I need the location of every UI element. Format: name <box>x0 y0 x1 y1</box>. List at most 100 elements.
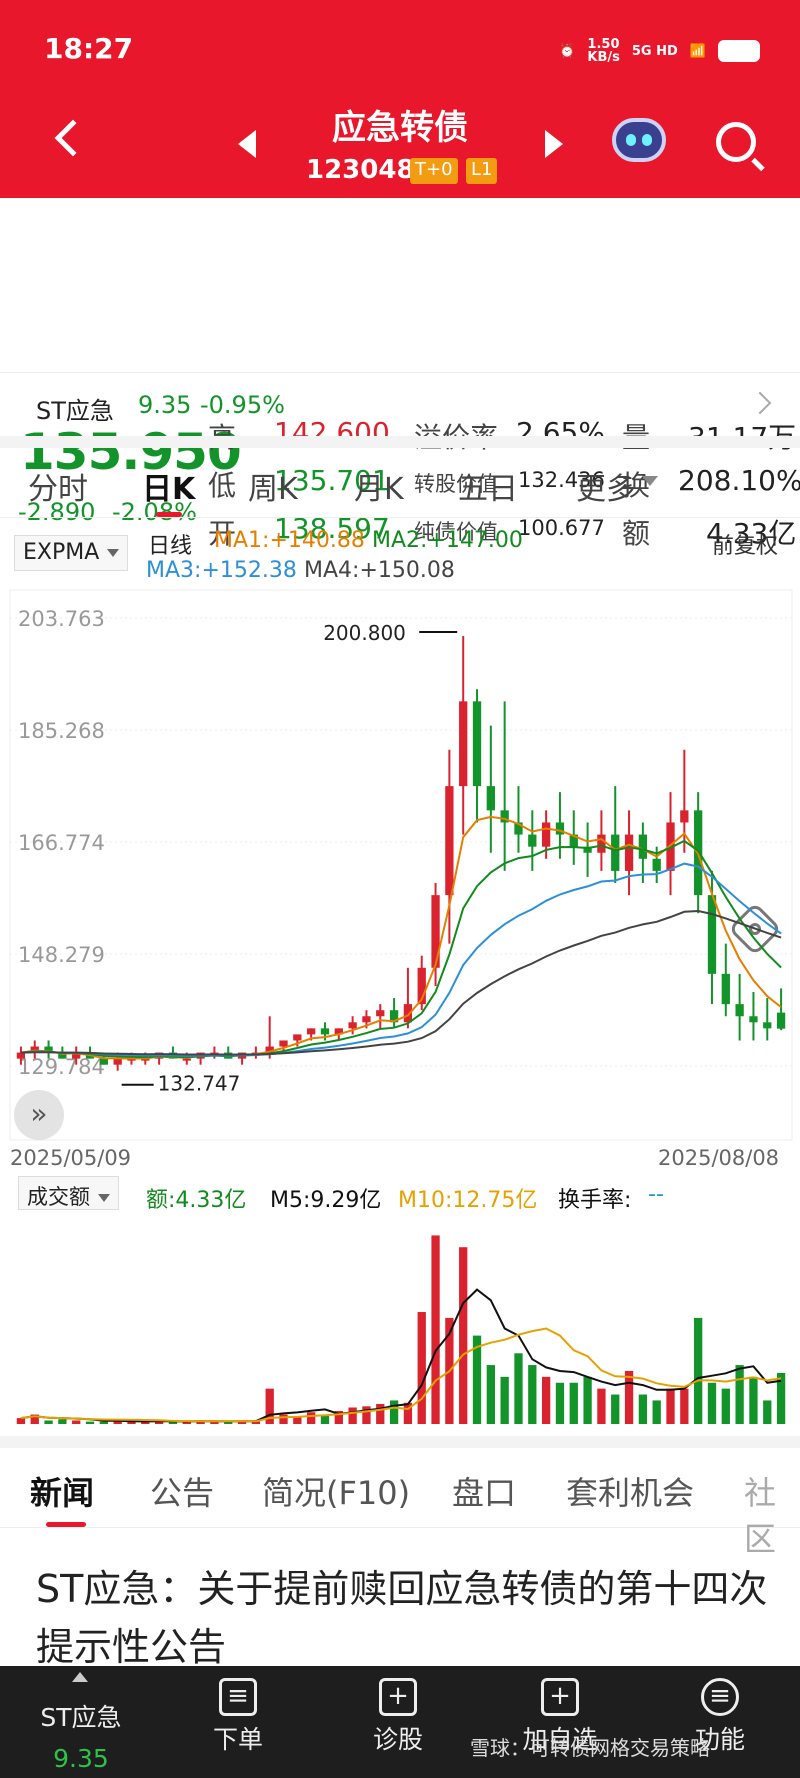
status-bar: 18:27 ⏰ 1.50 KB/s 5G HD 📶 <box>0 0 800 100</box>
volume-bar <box>389 1400 399 1424</box>
candle-body <box>279 1040 288 1047</box>
tab-weekly-k[interactable]: 周K <box>248 464 298 508</box>
tab-orderbook[interactable]: 盘口 <box>452 1468 516 1514</box>
bond-code: 123048 <box>306 155 415 185</box>
candlestick-chart[interactable]: 203.763185.268166.774148.279129.784 200.… <box>0 588 800 1148</box>
tab-daily-k[interactable]: 日K <box>142 464 195 508</box>
volume-bar <box>749 1376 758 1424</box>
news-headline[interactable]: ST应急：关于提前赎回应急转债的第十四次提示性公告 <box>36 1560 776 1676</box>
stock-price: 9.35 <box>138 391 192 419</box>
bottom-stock[interactable]: ST应急 9.35 <box>36 1698 126 1773</box>
tab-intraday[interactable]: 分时 <box>28 464 88 508</box>
candle-body <box>486 786 495 811</box>
volume-bar <box>72 1420 81 1424</box>
chevron-up-icon <box>72 1672 88 1682</box>
candle-body <box>320 1028 330 1035</box>
wifi-icon: 📶 <box>689 43 706 59</box>
fast-rewind-icon[interactable]: » <box>14 1090 64 1140</box>
app-header: 18:27 ⏰ 1.50 KB/s 5G HD 📶 应急转债 123048 T+… <box>0 0 800 198</box>
tab-five-day[interactable]: 五日 <box>458 464 518 508</box>
add-icon: + <box>541 1678 579 1716</box>
legend-ma4: MA4:+150.08 <box>304 558 455 583</box>
volume-bar <box>486 1365 495 1424</box>
volume-bar <box>666 1388 675 1424</box>
volume-bar <box>44 1420 53 1424</box>
underlying-stock-row[interactable]: ST应急 9.35 -0.95% <box>0 372 800 436</box>
volume-bar <box>16 1418 26 1424</box>
search-icon[interactable] <box>716 122 756 162</box>
bottom-stock-name: ST应急 <box>40 1703 122 1732</box>
volume-bar <box>307 1412 316 1424</box>
candle-body <box>459 701 468 787</box>
tab-announcements[interactable]: 公告 <box>150 1468 214 1514</box>
next-item-icon[interactable] <box>545 130 563 158</box>
max-price-label: 200.800 <box>323 621 406 645</box>
legend-line: 日线 <box>148 534 193 559</box>
bottom-stock-price: 9.35 <box>53 1744 109 1773</box>
volume-bar <box>514 1353 523 1424</box>
indicator-select[interactable]: EXPMA <box>14 535 129 571</box>
candle-body <box>707 895 717 974</box>
tab-f10[interactable]: 简况(F10) <box>262 1468 410 1514</box>
candle-body <box>541 822 551 847</box>
news-tabs: 新闻 公告 简况(F10) 盘口 套利机会 社区 <box>0 1448 800 1558</box>
volume-indicator-select[interactable]: 成交额 <box>18 1176 119 1210</box>
volume-bar <box>652 1400 661 1424</box>
volume-bar <box>707 1382 717 1424</box>
volume-bar <box>611 1394 620 1424</box>
candle-body <box>431 895 440 968</box>
y-tick-label: 148.279 <box>18 943 105 967</box>
tab-monthly-k[interactable]: 月K <box>354 464 404 508</box>
vol-m10: M10:12.75亿 <box>398 1188 538 1213</box>
robot-assistant-icon[interactable] <box>612 118 666 162</box>
chart-period-tabs: 分时 日K 周K 月K 五日 更多 <box>0 448 800 956</box>
volume-bar <box>431 1235 440 1424</box>
volume-bar <box>376 1403 385 1424</box>
tab-news[interactable]: 新闻 <box>30 1468 94 1514</box>
candle-body <box>652 858 661 871</box>
battery-icon <box>718 40 760 62</box>
turnover-rate-value: -- <box>648 1182 664 1207</box>
candle-body <box>307 1028 316 1035</box>
diagnose-label: 诊股 <box>372 1725 423 1754</box>
volume-bar <box>348 1407 357 1424</box>
menu-icon: ≡ <box>701 1678 739 1716</box>
candle-body <box>528 834 537 847</box>
ma3-line <box>20 862 782 1057</box>
tab-more[interactable]: 更多 <box>576 464 636 508</box>
candle-body <box>293 1034 302 1041</box>
tab-underline <box>156 512 182 517</box>
candle-body <box>749 1016 758 1023</box>
min-price-label: 132.747 <box>158 1072 241 1096</box>
divider <box>0 1436 800 1448</box>
volume-bar <box>528 1365 537 1424</box>
date-end: 2025/08/08 <box>658 1146 780 1170</box>
volume-bar <box>279 1414 288 1424</box>
volume-bar <box>569 1382 578 1424</box>
legend-ma2: MA2:+147.00 <box>372 528 523 553</box>
order-button[interactable]: ≡ 下单 <box>198 1678 278 1756</box>
legend-ma1: MA1:+140.88 <box>214 528 365 553</box>
y-tick-label: 203.763 <box>18 607 105 631</box>
order-label: 下单 <box>212 1725 263 1754</box>
adjust-mode[interactable]: 前复权 <box>712 528 778 560</box>
volume-bar <box>85 1421 95 1424</box>
diagnose-button[interactable]: + 诊股 <box>358 1678 438 1756</box>
order-icon: ≡ <box>219 1678 257 1716</box>
volume-bar <box>58 1419 67 1424</box>
candle-body <box>472 701 482 787</box>
volume-bar <box>459 1247 468 1424</box>
volume-bar <box>555 1382 565 1424</box>
candle-body <box>99 1058 108 1065</box>
quote-panel: 135.950 -2.890 -2.08% 高 142.600 低 135.70… <box>0 198 800 550</box>
vol-m5: M5:9.29亿 <box>270 1188 382 1213</box>
volume-bar <box>99 1421 108 1424</box>
ma4-line <box>20 909 782 1056</box>
candle-body <box>763 1022 772 1029</box>
turnover-rate-label: 换手率: <box>558 1188 632 1213</box>
divider <box>0 436 800 448</box>
tab-arbitrage[interactable]: 套利机会 <box>566 1468 694 1514</box>
alarm-icon: ⏰ <box>559 43 576 59</box>
tab-community[interactable]: 社区 <box>744 1468 800 1560</box>
candle-body <box>611 834 620 871</box>
